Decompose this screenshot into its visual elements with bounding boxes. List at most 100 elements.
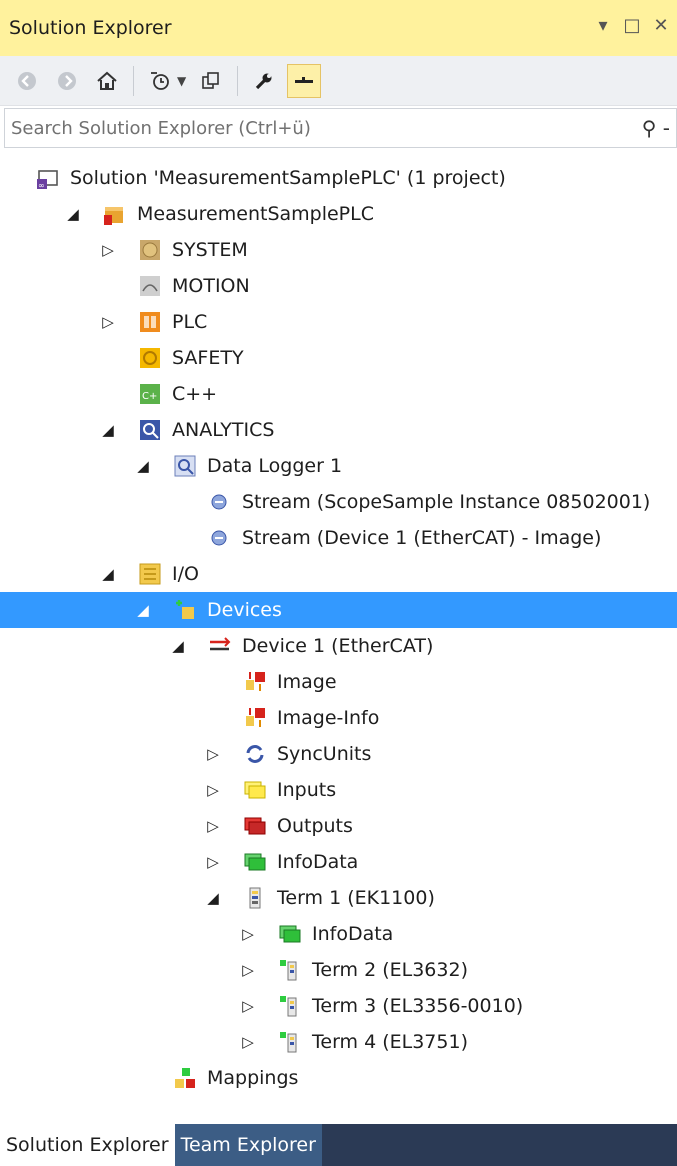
tree-item[interactable]: ▷ Term 3 (EL3356-0010) <box>0 988 677 1024</box>
expand-arrow-icon[interactable]: ▷ <box>100 304 116 340</box>
expand-arrow-icon[interactable]: ▷ <box>240 952 256 988</box>
tree-item[interactable]: ◢ Term 1 (EK1100) <box>0 880 677 916</box>
collapse-arrow-icon[interactable]: ◢ <box>65 196 81 232</box>
tree-item[interactable]: ▷ SYSTEM <box>0 232 677 268</box>
tree-item[interactable]: ▷ Term 2 (EL3632) <box>0 952 677 988</box>
tree-item-label: InfoData <box>277 851 359 873</box>
tab-team-explorer[interactable]: Team Explorer <box>174 1124 322 1166</box>
tree-item-label: Data Logger 1 <box>207 455 343 477</box>
back-icon[interactable] <box>10 64 44 98</box>
infodata-icon <box>276 920 304 948</box>
tree-item-label: SYSTEM <box>172 239 248 261</box>
tree-item-label: Term 1 (EK1100) <box>277 887 435 909</box>
toolbar-separator <box>133 65 134 96</box>
chevron-down-icon[interactable]: ▼ <box>177 74 186 88</box>
pending-changes-filter-icon[interactable] <box>143 64 177 98</box>
system-icon <box>136 236 164 264</box>
toolbar-separator <box>237 65 239 96</box>
ethercat-device-icon <box>206 632 234 660</box>
expand-arrow-icon[interactable]: ▷ <box>100 232 116 268</box>
tree-item[interactable]: ▷ SyncUnits <box>0 736 677 772</box>
tree-item[interactable]: ◢ Device 1 (EtherCAT) <box>0 628 677 664</box>
expand-arrow-icon[interactable]: ▷ <box>240 988 256 1024</box>
search-icon[interactable]: ⚲ - <box>642 116 670 140</box>
mappings-icon <box>171 1064 199 1092</box>
tree-item[interactable]: ▷ InfoData <box>0 916 677 952</box>
stream-icon <box>206 524 234 552</box>
toolbar: ▼ <box>0 56 677 106</box>
tree-item-label: Term 3 (EL3356-0010) <box>312 995 524 1017</box>
collapse-all-icon[interactable] <box>287 63 322 98</box>
plc-icon <box>136 308 164 336</box>
expand-arrow-icon[interactable]: ▷ <box>205 772 221 808</box>
terminal-icon <box>241 884 269 912</box>
collapse-arrow-icon[interactable]: ◢ <box>135 592 151 628</box>
tree-item-label: SyncUnits <box>277 743 372 765</box>
expand-arrow-icon[interactable]: ▷ <box>240 916 256 952</box>
tree-item-label: C++ <box>172 383 218 405</box>
svg-text:∞: ∞ <box>38 181 45 190</box>
collapse-arrow-icon[interactable]: ◢ <box>170 628 186 664</box>
forward-icon[interactable] <box>50 64 84 98</box>
tree-item[interactable]: Mappings <box>0 1060 677 1096</box>
stream-icon <box>206 488 234 516</box>
tree-item[interactable]: Image-Info <box>0 700 677 736</box>
search-input[interactable] <box>11 117 611 139</box>
tree-item-label: Devices <box>207 599 282 621</box>
cpp-icon: C+ <box>136 380 164 408</box>
tree-item[interactable]: Stream (Device 1 (EtherCAT) - Image) <box>0 520 677 556</box>
tree-item[interactable]: C+ C++ <box>0 376 677 412</box>
terminal-green-icon <box>276 992 304 1020</box>
safety-icon <box>136 344 164 372</box>
collapse-arrow-icon[interactable]: ◢ <box>135 448 151 484</box>
io-icon <box>136 560 164 588</box>
tree-item-label: SAFETY <box>172 347 244 369</box>
tree-item[interactable]: Stream (ScopeSample Instance 08502001) <box>0 484 677 520</box>
tree-item-label: Outputs <box>277 815 353 837</box>
tree-item[interactable]: ◢ ANALYTICS <box>0 412 677 448</box>
tree-item-label: Image <box>277 671 337 693</box>
expand-arrow-icon[interactable]: ▷ <box>240 1024 256 1060</box>
dropdown-icon[interactable]: ▾ <box>593 14 613 36</box>
maximize-icon[interactable]: □ <box>622 14 642 36</box>
tree-item[interactable]: ◢ MeasurementSamplePLC <box>0 196 677 232</box>
tree-item[interactable]: ◢ Data Logger 1 <box>0 448 677 484</box>
terminal-green-icon <box>276 956 304 984</box>
tree-item[interactable]: ▷ Outputs <box>0 808 677 844</box>
tab-solution-explorer[interactable]: Solution Explorer <box>0 1124 175 1166</box>
tree-item[interactable]: ▷ InfoData <box>0 844 677 880</box>
collapse-arrow-icon[interactable]: ◢ <box>100 556 116 592</box>
outputs-icon <box>241 812 269 840</box>
devices-icon <box>171 596 199 624</box>
tree-item[interactable]: Image <box>0 664 677 700</box>
tree-item[interactable]: ▷ Inputs <box>0 772 677 808</box>
expand-arrow-icon[interactable]: ▷ <box>205 808 221 844</box>
sync-with-active-document-icon[interactable] <box>194 64 228 98</box>
motion-icon <box>136 272 164 300</box>
inputs-icon <box>241 776 269 804</box>
tree-item[interactable]: MOTION <box>0 268 677 304</box>
analytics-icon <box>136 416 164 444</box>
tree-item[interactable]: ▷ PLC <box>0 304 677 340</box>
svg-text:C+: C+ <box>142 391 157 402</box>
tree-item[interactable]: ▷ Term 4 (EL3751) <box>0 1024 677 1060</box>
data-logger-icon <box>171 452 199 480</box>
collapse-arrow-icon[interactable]: ◢ <box>100 412 116 448</box>
tree-item-label: Device 1 (EtherCAT) <box>242 635 434 657</box>
tree-item-label: InfoData <box>312 923 394 945</box>
close-icon[interactable]: ✕ <box>651 14 671 36</box>
expand-arrow-icon[interactable]: ▷ <box>205 736 221 772</box>
search-box[interactable]: ⚲ - <box>4 108 677 148</box>
sync-units-icon <box>241 740 269 768</box>
project-icon <box>101 200 129 228</box>
tree-item-label: PLC <box>172 311 208 333</box>
collapse-arrow-icon[interactable]: ◢ <box>205 880 221 916</box>
terminal-green-icon <box>276 1028 304 1056</box>
expand-arrow-icon[interactable]: ▷ <box>205 844 221 880</box>
tree-item[interactable]: SAFETY <box>0 340 677 376</box>
tree-item[interactable]: ◢ Devices <box>0 592 677 628</box>
tree-item[interactable]: ∞ Solution 'MeasurementSamplePLC' (1 proj… <box>0 160 677 196</box>
properties-wrench-icon[interactable] <box>247 64 281 98</box>
home-icon[interactable] <box>90 64 124 98</box>
tree-item[interactable]: ◢ I/O <box>0 556 677 592</box>
